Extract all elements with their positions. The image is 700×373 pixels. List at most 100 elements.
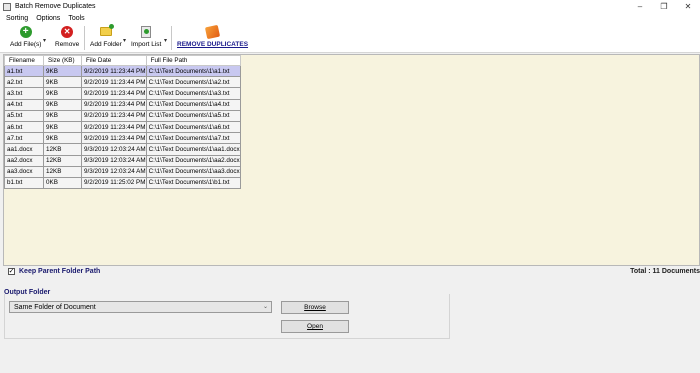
open-button[interactable]: Open	[281, 320, 349, 333]
cell-size: 9KB	[43, 98, 82, 111]
cell-filename: a1.txt	[4, 64, 44, 78]
cell-filename: a3.txt	[4, 87, 44, 100]
window-title: Batch Remove Duplicates	[15, 3, 96, 10]
cell-full-path: C:\1\Text Documents\1\a3.txt	[145, 87, 241, 100]
cell-file-date: 9/2/2019 11:23:44 PM	[81, 98, 147, 111]
cell-filename: a2.txt	[4, 76, 44, 89]
cell-filename: aa2.docx	[4, 154, 44, 167]
table-row[interactable]: aa2.docx 12KB 9/3/2019 12:03:24 AM C:\1\…	[4, 154, 241, 167]
chevron-down-icon[interactable]: ⌄	[263, 303, 268, 310]
cell-full-path: C:\1\Text Documents\1\aa2.docx	[145, 154, 241, 167]
menu-sorting[interactable]: Sorting	[6, 15, 28, 22]
table-row[interactable]: aa1.docx 12KB 9/3/2019 12:03:24 AM C:\1\…	[4, 143, 241, 156]
remove-duplicates-button[interactable]: REMOVE DUPLICATES	[177, 24, 249, 48]
cell-file-date: 9/3/2019 12:03:24 AM	[81, 143, 147, 156]
output-folder-select[interactable]: Same Folder of Document ⌄	[9, 301, 272, 313]
cell-size: 9KB	[43, 120, 82, 134]
column-header-file-date[interactable]: File Date	[81, 55, 147, 66]
remove-button[interactable]: ✕ Remove	[55, 25, 79, 48]
output-folder-select-value: Same Folder of Document	[14, 303, 96, 311]
cell-size: 9KB	[43, 76, 82, 89]
title-bar: Batch Remove Duplicates – ❐ ✕	[0, 0, 700, 13]
cell-filename: a4.txt	[4, 98, 44, 111]
column-header-size[interactable]: Size (KB)	[43, 55, 82, 66]
column-header-full-path[interactable]: Full File Path	[145, 55, 241, 66]
remove-icon: ✕	[61, 25, 74, 38]
cell-file-date: 9/2/2019 11:25:02 PM	[81, 176, 147, 190]
add-files-label: Add File(s)	[10, 41, 42, 48]
keep-parent-folder-checkbox[interactable]: ✓	[8, 268, 15, 275]
import-list-label: Import List	[131, 41, 162, 48]
file-list-panel[interactable]: Filename Size (KB) File Date Full File P…	[3, 54, 700, 266]
import-list-button[interactable]: Import List	[131, 25, 161, 48]
cell-file-date: 9/2/2019 11:23:44 PM	[81, 64, 147, 78]
remove-duplicates-icon	[204, 24, 221, 39]
cell-file-date: 9/2/2019 11:23:44 PM	[81, 120, 147, 134]
table-row[interactable]: aa3.docx 12KB 9/3/2019 12:03:24 AM C:\1\…	[4, 165, 241, 178]
add-icon: +	[19, 25, 32, 38]
cell-file-date: 9/2/2019 11:23:44 PM	[81, 76, 147, 89]
cell-full-path: C:\1\Text Documents\1\aa3.docx	[145, 165, 241, 178]
table-row[interactable]: a1.txt 9KB 9/2/2019 11:23:44 PM C:\1\Tex…	[4, 64, 241, 78]
keep-parent-folder-option[interactable]: ✓ Keep Parent Folder Path	[8, 268, 100, 275]
remove-duplicates-label: REMOVE DUPLICATES	[177, 41, 249, 48]
toolbar-separator	[171, 26, 172, 50]
add-folder-button[interactable]: Add Folder	[90, 24, 122, 48]
table-header-row: Filename Size (KB) File Date Full File P…	[4, 55, 241, 66]
cell-filename: a5.txt	[4, 109, 44, 122]
cell-file-date: 9/2/2019 11:23:44 PM	[81, 132, 147, 145]
table-row[interactable]: a6.txt 9KB 9/2/2019 11:23:44 PM C:\1\Tex…	[4, 120, 241, 134]
cell-filename: a6.txt	[4, 120, 44, 134]
cell-size: 12KB	[43, 154, 82, 167]
add-folder-dropdown-icon[interactable]: ▾	[123, 37, 126, 44]
import-list-dropdown-icon[interactable]: ▾	[164, 37, 167, 44]
add-folder-label: Add Folder	[90, 41, 122, 48]
cell-size: 9KB	[43, 64, 82, 78]
cell-size: 9KB	[43, 132, 82, 145]
cell-size: 9KB	[43, 87, 82, 100]
browse-button[interactable]: Browse	[281, 301, 349, 314]
minimize-icon[interactable]: –	[628, 0, 652, 13]
table-row[interactable]: a5.txt 9KB 9/2/2019 11:23:44 PM C:\1\Tex…	[4, 109, 241, 122]
column-header-filename[interactable]: Filename	[4, 55, 44, 66]
cell-file-date: 9/2/2019 11:23:44 PM	[81, 87, 147, 100]
toolbar: + Add File(s) ▾ ✕ Remove Add Folder ▾ Im…	[0, 23, 700, 53]
cell-full-path: C:\1\Text Documents\1\a1.txt	[145, 64, 241, 78]
import-list-icon	[140, 25, 153, 38]
window-controls: – ❐ ✕	[628, 0, 700, 13]
maximize-icon[interactable]: ❐	[652, 0, 676, 13]
cell-full-path: C:\1\Text Documents\1\b1.txt	[145, 176, 241, 190]
menu-options[interactable]: Options	[36, 15, 60, 22]
table-row[interactable]: a2.txt 9KB 9/2/2019 11:23:44 PM C:\1\Tex…	[4, 76, 241, 89]
keep-parent-folder-label: Keep Parent Folder Path	[19, 268, 101, 275]
add-files-button[interactable]: + Add File(s)	[10, 25, 41, 48]
toolbar-separator	[84, 26, 85, 50]
close-icon[interactable]: ✕	[676, 0, 700, 13]
total-documents-count: Total : 11 Documents	[630, 268, 700, 275]
cell-size: 12KB	[43, 165, 82, 178]
cell-size: 9KB	[43, 109, 82, 122]
output-folder-group: Output Folder Same Folder of Document ⌄ …	[4, 289, 450, 339]
output-folder-legend: Output Folder	[4, 289, 51, 296]
cell-filename: a7.txt	[4, 132, 44, 145]
cell-full-path: C:\1\Text Documents\1\a7.txt	[145, 132, 241, 145]
cell-filename: b1.txt	[4, 176, 44, 190]
cell-full-path: C:\1\Text Documents\1\a4.txt	[145, 98, 241, 111]
cell-full-path: C:\1\Text Documents\1\a2.txt	[145, 76, 241, 89]
cell-size: 12KB	[43, 143, 82, 156]
table-row[interactable]: a4.txt 9KB 9/2/2019 11:23:44 PM C:\1\Tex…	[4, 98, 241, 111]
menu-bar: Sorting Options Tools	[0, 13, 700, 23]
table-row[interactable]: a7.txt 9KB 9/2/2019 11:23:44 PM C:\1\Tex…	[4, 132, 241, 145]
add-files-dropdown-icon[interactable]: ▾	[43, 37, 46, 44]
cell-full-path: C:\1\Text Documents\1\a6.txt	[145, 120, 241, 134]
table-row[interactable]: b1.txt 0KB 9/2/2019 11:25:02 PM C:\1\Tex…	[4, 176, 241, 190]
menu-tools[interactable]: Tools	[68, 15, 84, 22]
cell-full-path: C:\1\Text Documents\1\a5.txt	[145, 109, 241, 122]
file-table: Filename Size (KB) File Date Full File P…	[4, 55, 241, 190]
folder-add-icon	[99, 24, 114, 38]
cell-size: 0KB	[43, 176, 82, 190]
cell-filename: aa3.docx	[4, 165, 44, 178]
app-icon	[3, 2, 11, 11]
table-row[interactable]: a3.txt 9KB 9/2/2019 11:23:44 PM C:\1\Tex…	[4, 87, 241, 100]
cell-full-path: C:\1\Text Documents\1\aa1.docx	[145, 143, 241, 156]
